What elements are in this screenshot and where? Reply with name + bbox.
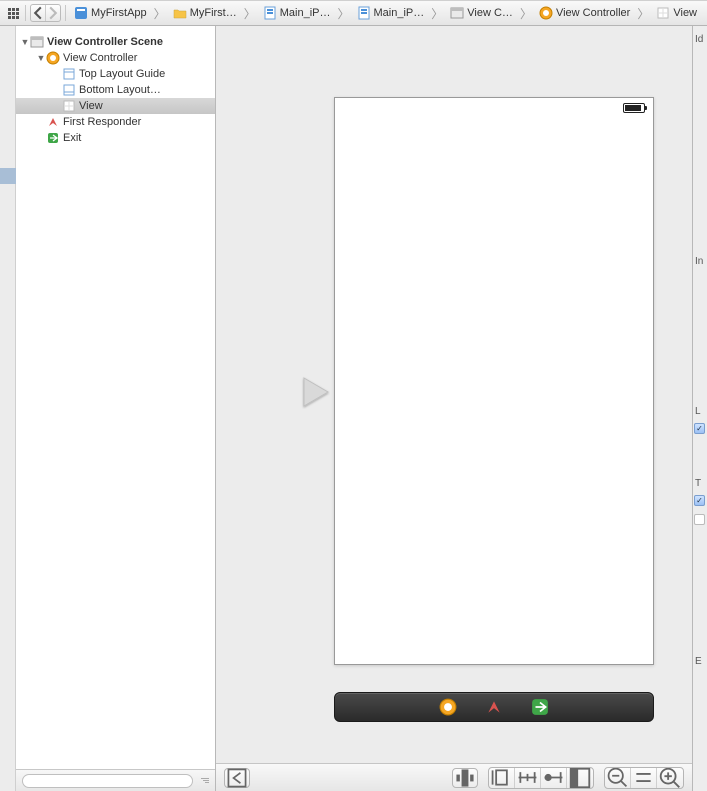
crumb-project[interactable]: MyFirstApp [70, 2, 151, 24]
crumb-scene[interactable]: View C… [446, 2, 517, 24]
constraints-group [488, 767, 594, 789]
view-icon [656, 6, 670, 20]
app-icon [74, 6, 88, 20]
related-items-button[interactable] [6, 5, 21, 21]
jump-bar: MyFirstApp 〉 MyFirst… 〉 Main_iP… 〉 Main_… [0, 0, 707, 26]
separator [25, 5, 26, 21]
outline-row-scene[interactable]: ▼ View Controller Scene [16, 34, 215, 50]
chevron-right-icon: 〉 [431, 5, 443, 22]
viewcontroller-icon [539, 6, 553, 20]
crumb-label: View C… [467, 7, 513, 19]
zoom-out-button[interactable] [605, 768, 631, 788]
inspector-panel: Id In L ✓ T ✓ E [692, 26, 707, 791]
pin-constraints-button[interactable] [515, 768, 541, 788]
outline-footer [16, 769, 215, 791]
disclosure-triangle-icon[interactable]: ▼ [20, 37, 30, 47]
chevron-right-icon: 〉 [244, 5, 256, 22]
align-constraints-button[interactable] [489, 768, 515, 788]
outline-row-top-layout[interactable]: Top Layout Guide [16, 66, 215, 82]
crumb-label: MyFirst… [190, 7, 237, 19]
disclosure-triangle-icon[interactable]: ▼ [36, 53, 46, 63]
crumb-label: Main_iP… [280, 7, 331, 19]
first-responder-icon [46, 115, 60, 129]
scene-icon [450, 6, 464, 20]
resizing-button[interactable] [567, 768, 593, 788]
outline-label: View Controller Scene [47, 36, 163, 48]
outline-row-exit[interactable]: Exit [16, 130, 215, 146]
chevron-right-icon: 〉 [338, 5, 350, 22]
document-outline: ▼ View Controller Scene ▼ View Controlle… [16, 26, 216, 791]
layout-guide-icon [62, 83, 76, 97]
crumb-view[interactable]: View [652, 2, 701, 24]
chevron-right-icon: 〉 [520, 5, 532, 22]
inspector-checkbox[interactable]: ✓ [694, 423, 705, 434]
outline-tree[interactable]: ▼ View Controller Scene ▼ View Controlle… [16, 26, 215, 769]
outline-label: First Responder [63, 116, 141, 128]
initial-scene-arrow-icon [220, 372, 330, 412]
canvas-toolbar [216, 763, 692, 791]
scene-dock [334, 692, 654, 722]
align-button[interactable] [452, 768, 478, 788]
outline-row-viewcontroller[interactable]: ▼ View Controller [16, 50, 215, 66]
zoom-in-button[interactable] [657, 768, 683, 788]
outline-label: View Controller [63, 52, 137, 64]
resolve-issues-button[interactable] [541, 768, 567, 788]
crumb-folder[interactable]: MyFirst… [169, 2, 241, 24]
inspector-section-label: T [695, 478, 701, 489]
outline-row-view[interactable]: View [16, 98, 215, 114]
main-area: ▼ View Controller Scene ▼ View Controlle… [0, 26, 707, 791]
dock-exit[interactable] [531, 698, 549, 716]
device-view[interactable] [334, 97, 654, 665]
inspector-section-label: Id [695, 34, 703, 45]
gutter [0, 26, 16, 791]
outline-label: Bottom Layout… [79, 84, 161, 96]
viewcontroller-icon [46, 51, 60, 65]
storyboard-icon [357, 6, 371, 20]
exit-icon [46, 131, 60, 145]
crumb-label: View Controller [556, 7, 630, 19]
inspector-checkbox[interactable]: ✓ [694, 495, 705, 506]
layout-guide-icon [62, 67, 76, 81]
view-icon [62, 99, 76, 113]
chevron-right-icon: 〉 [154, 5, 166, 22]
storyboard-icon [263, 6, 277, 20]
zoom-actual-button[interactable] [631, 768, 657, 788]
folder-icon [173, 6, 187, 20]
battery-icon [623, 103, 645, 113]
outline-filter-input[interactable] [22, 774, 193, 788]
dock-first-responder[interactable] [485, 698, 503, 716]
crumb-label: View [673, 7, 697, 19]
scene-icon [30, 35, 44, 49]
nav-back-forward [30, 4, 62, 22]
zoom-group [604, 767, 684, 789]
chevron-right-icon: 〉 [637, 5, 649, 22]
gutter-selection-marker [0, 168, 16, 184]
inspector-section-label: L [695, 406, 701, 417]
storyboard-canvas[interactable] [216, 26, 692, 791]
toggle-outline-button[interactable] [224, 768, 250, 788]
outline-label: View [79, 100, 103, 112]
crumb-storyboard-2[interactable]: Main_iP… [353, 2, 429, 24]
separator [65, 5, 66, 21]
dock-viewcontroller[interactable] [439, 698, 457, 716]
nav-forward-button[interactable] [46, 5, 61, 21]
outline-label: Top Layout Guide [79, 68, 165, 80]
outline-row-first-responder[interactable]: First Responder [16, 114, 215, 130]
outline-row-bottom-layout[interactable]: Bottom Layout… [16, 82, 215, 98]
crumb-storyboard-1[interactable]: Main_iP… [259, 2, 335, 24]
outline-label: Exit [63, 132, 81, 144]
inspector-section-label: E [695, 656, 702, 667]
crumb-label: MyFirstApp [91, 7, 147, 19]
inspector-section-label: In [695, 256, 703, 267]
crumb-viewcontroller[interactable]: View Controller [535, 2, 634, 24]
crumb-label: Main_iP… [374, 7, 425, 19]
inspector-checkbox[interactable] [694, 514, 705, 525]
resize-handle-icon[interactable] [199, 778, 209, 783]
nav-back-button[interactable] [31, 5, 46, 21]
